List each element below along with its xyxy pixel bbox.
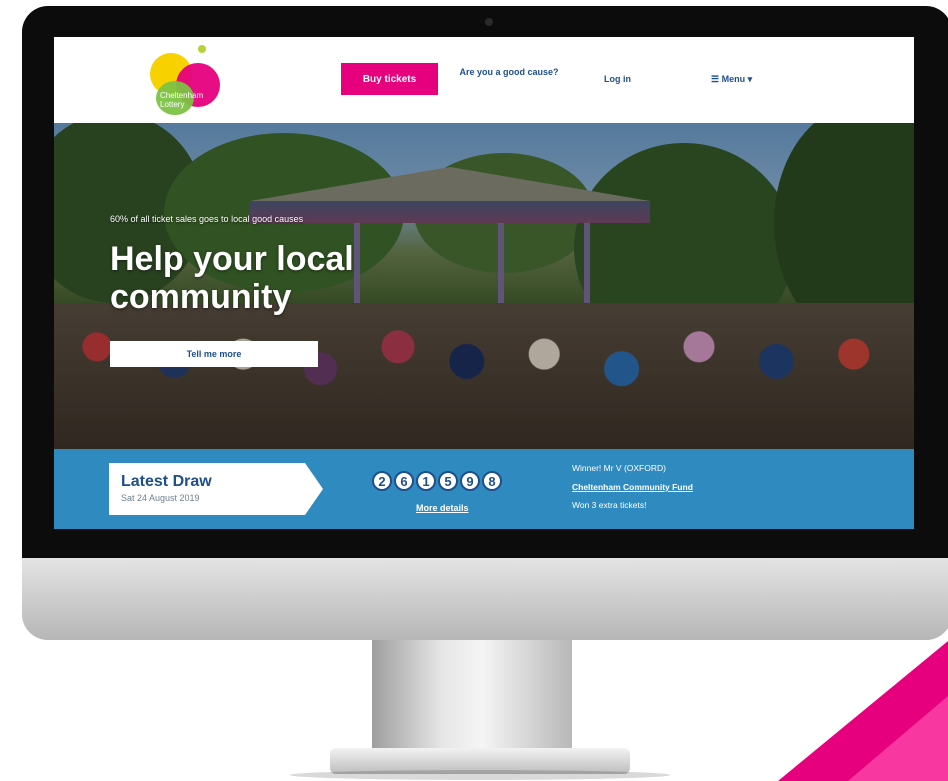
logo-text: Cheltenham Lottery (160, 91, 204, 109)
draw-ball: 5 (438, 471, 458, 491)
latest-draw-arrow (305, 463, 323, 515)
monitor-chin (22, 558, 948, 640)
draw-numbers: 2 6 1 5 9 8 (372, 471, 502, 491)
hero-title: Help your local community (110, 240, 354, 316)
website-screen: Cheltenham Lottery Buy tickets Are you a… (54, 37, 914, 529)
prize-text: Won 3 extra tickets! (572, 500, 647, 510)
latest-draw-title: Latest Draw (121, 473, 212, 490)
pink-corner-accent-light (848, 696, 948, 781)
lottery-logo[interactable]: Cheltenham Lottery (150, 45, 226, 117)
latest-draw-bar: Latest Draw Sat 24 August 2019 2 6 1 5 9… (54, 449, 914, 529)
winner-text: Winner! Mr V (OXFORD) (572, 463, 666, 473)
draw-ball: 8 (482, 471, 502, 491)
good-cause-link[interactable]: Are you a good cause? (459, 67, 559, 77)
stand-shadow (290, 770, 670, 780)
latest-draw-date: Sat 24 August 2019 (121, 493, 200, 503)
hero-banner: 60% of all ticket sales goes to local go… (54, 123, 914, 449)
logo-dot (198, 45, 206, 53)
menu-button[interactable]: ☰ Menu ▾ (711, 74, 752, 85)
more-details-link[interactable]: More details (416, 503, 469, 513)
latest-draw-box: Latest Draw Sat 24 August 2019 (109, 463, 305, 515)
tell-me-more-button[interactable]: Tell me more (110, 341, 318, 367)
draw-ball: 1 (416, 471, 436, 491)
draw-ball: 9 (460, 471, 480, 491)
good-cause-winner-link[interactable]: Cheltenham Community Fund (572, 482, 693, 492)
login-link[interactable]: Log in (604, 74, 631, 84)
camera-dot (485, 18, 493, 26)
draw-ball: 6 (394, 471, 414, 491)
draw-ball: 2 (372, 471, 392, 491)
monitor-stand (372, 640, 572, 752)
site-header: Cheltenham Lottery Buy tickets Are you a… (54, 37, 914, 123)
hero-tagline: 60% of all ticket sales goes to local go… (110, 214, 304, 224)
buy-tickets-button[interactable]: Buy tickets (341, 63, 438, 95)
